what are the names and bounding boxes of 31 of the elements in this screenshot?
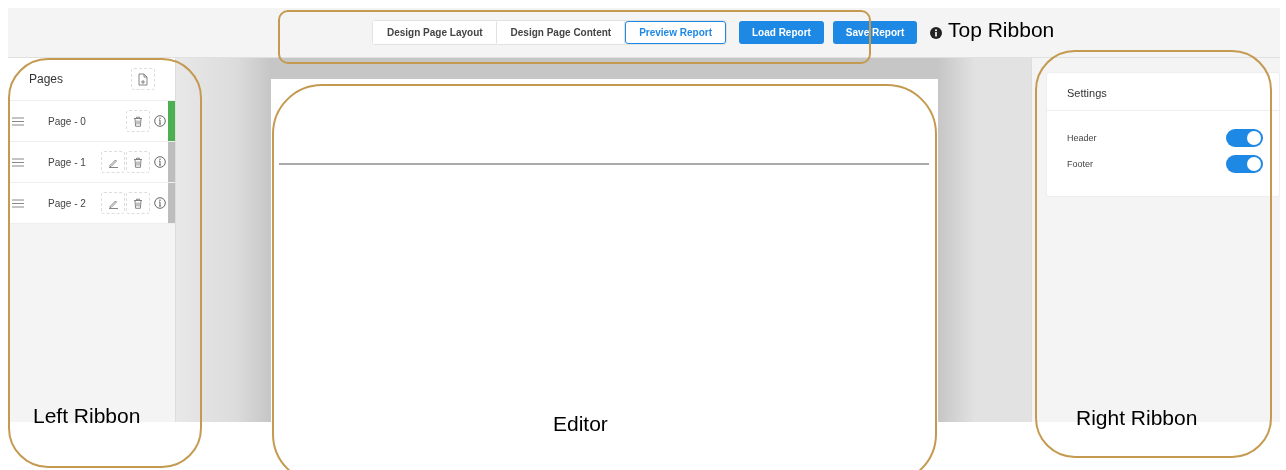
delete-button[interactable] xyxy=(126,151,150,173)
card-title: Settings xyxy=(1047,73,1279,111)
drag-handle-icon[interactable] xyxy=(12,198,24,208)
toggle-switch[interactable] xyxy=(1226,129,1263,147)
trash-icon xyxy=(133,115,143,127)
annotation-label: Top Ribbon xyxy=(948,18,1055,42)
delete-button[interactable] xyxy=(126,192,150,214)
report-button[interactable]: Save Report xyxy=(832,21,918,44)
toggle-switch[interactable] xyxy=(1226,155,1263,173)
view-tab[interactable]: Design Page Layout xyxy=(373,21,497,44)
drag-handle-icon[interactable] xyxy=(12,116,24,126)
page-label[interactable]: Page - 2 xyxy=(48,197,100,209)
view-tab[interactable]: Preview Report xyxy=(625,21,726,44)
annotation-label: Left Ribbon xyxy=(33,404,141,428)
page-label[interactable]: Page - 0 xyxy=(48,115,100,127)
add-file-icon xyxy=(138,72,148,86)
drag-handle-icon[interactable] xyxy=(12,157,24,167)
delete-button[interactable] xyxy=(126,110,150,132)
edit-button[interactable] xyxy=(101,151,125,173)
annotation-label: Editor xyxy=(553,412,608,436)
panel-title: Pages xyxy=(29,72,64,86)
page-label[interactable]: Page - 1 xyxy=(48,156,100,168)
toggle-label: Footer xyxy=(1067,159,1093,169)
trash-icon xyxy=(133,156,143,168)
annotation-label: Right Ribbon xyxy=(1076,406,1198,430)
info-icon[interactable] xyxy=(930,26,943,39)
add-page-button[interactable] xyxy=(131,68,155,90)
edit-button[interactable] xyxy=(101,192,125,214)
trash-icon xyxy=(133,197,143,209)
report-button[interactable]: Load Report xyxy=(738,21,824,44)
toggle-label: Header xyxy=(1067,133,1097,143)
